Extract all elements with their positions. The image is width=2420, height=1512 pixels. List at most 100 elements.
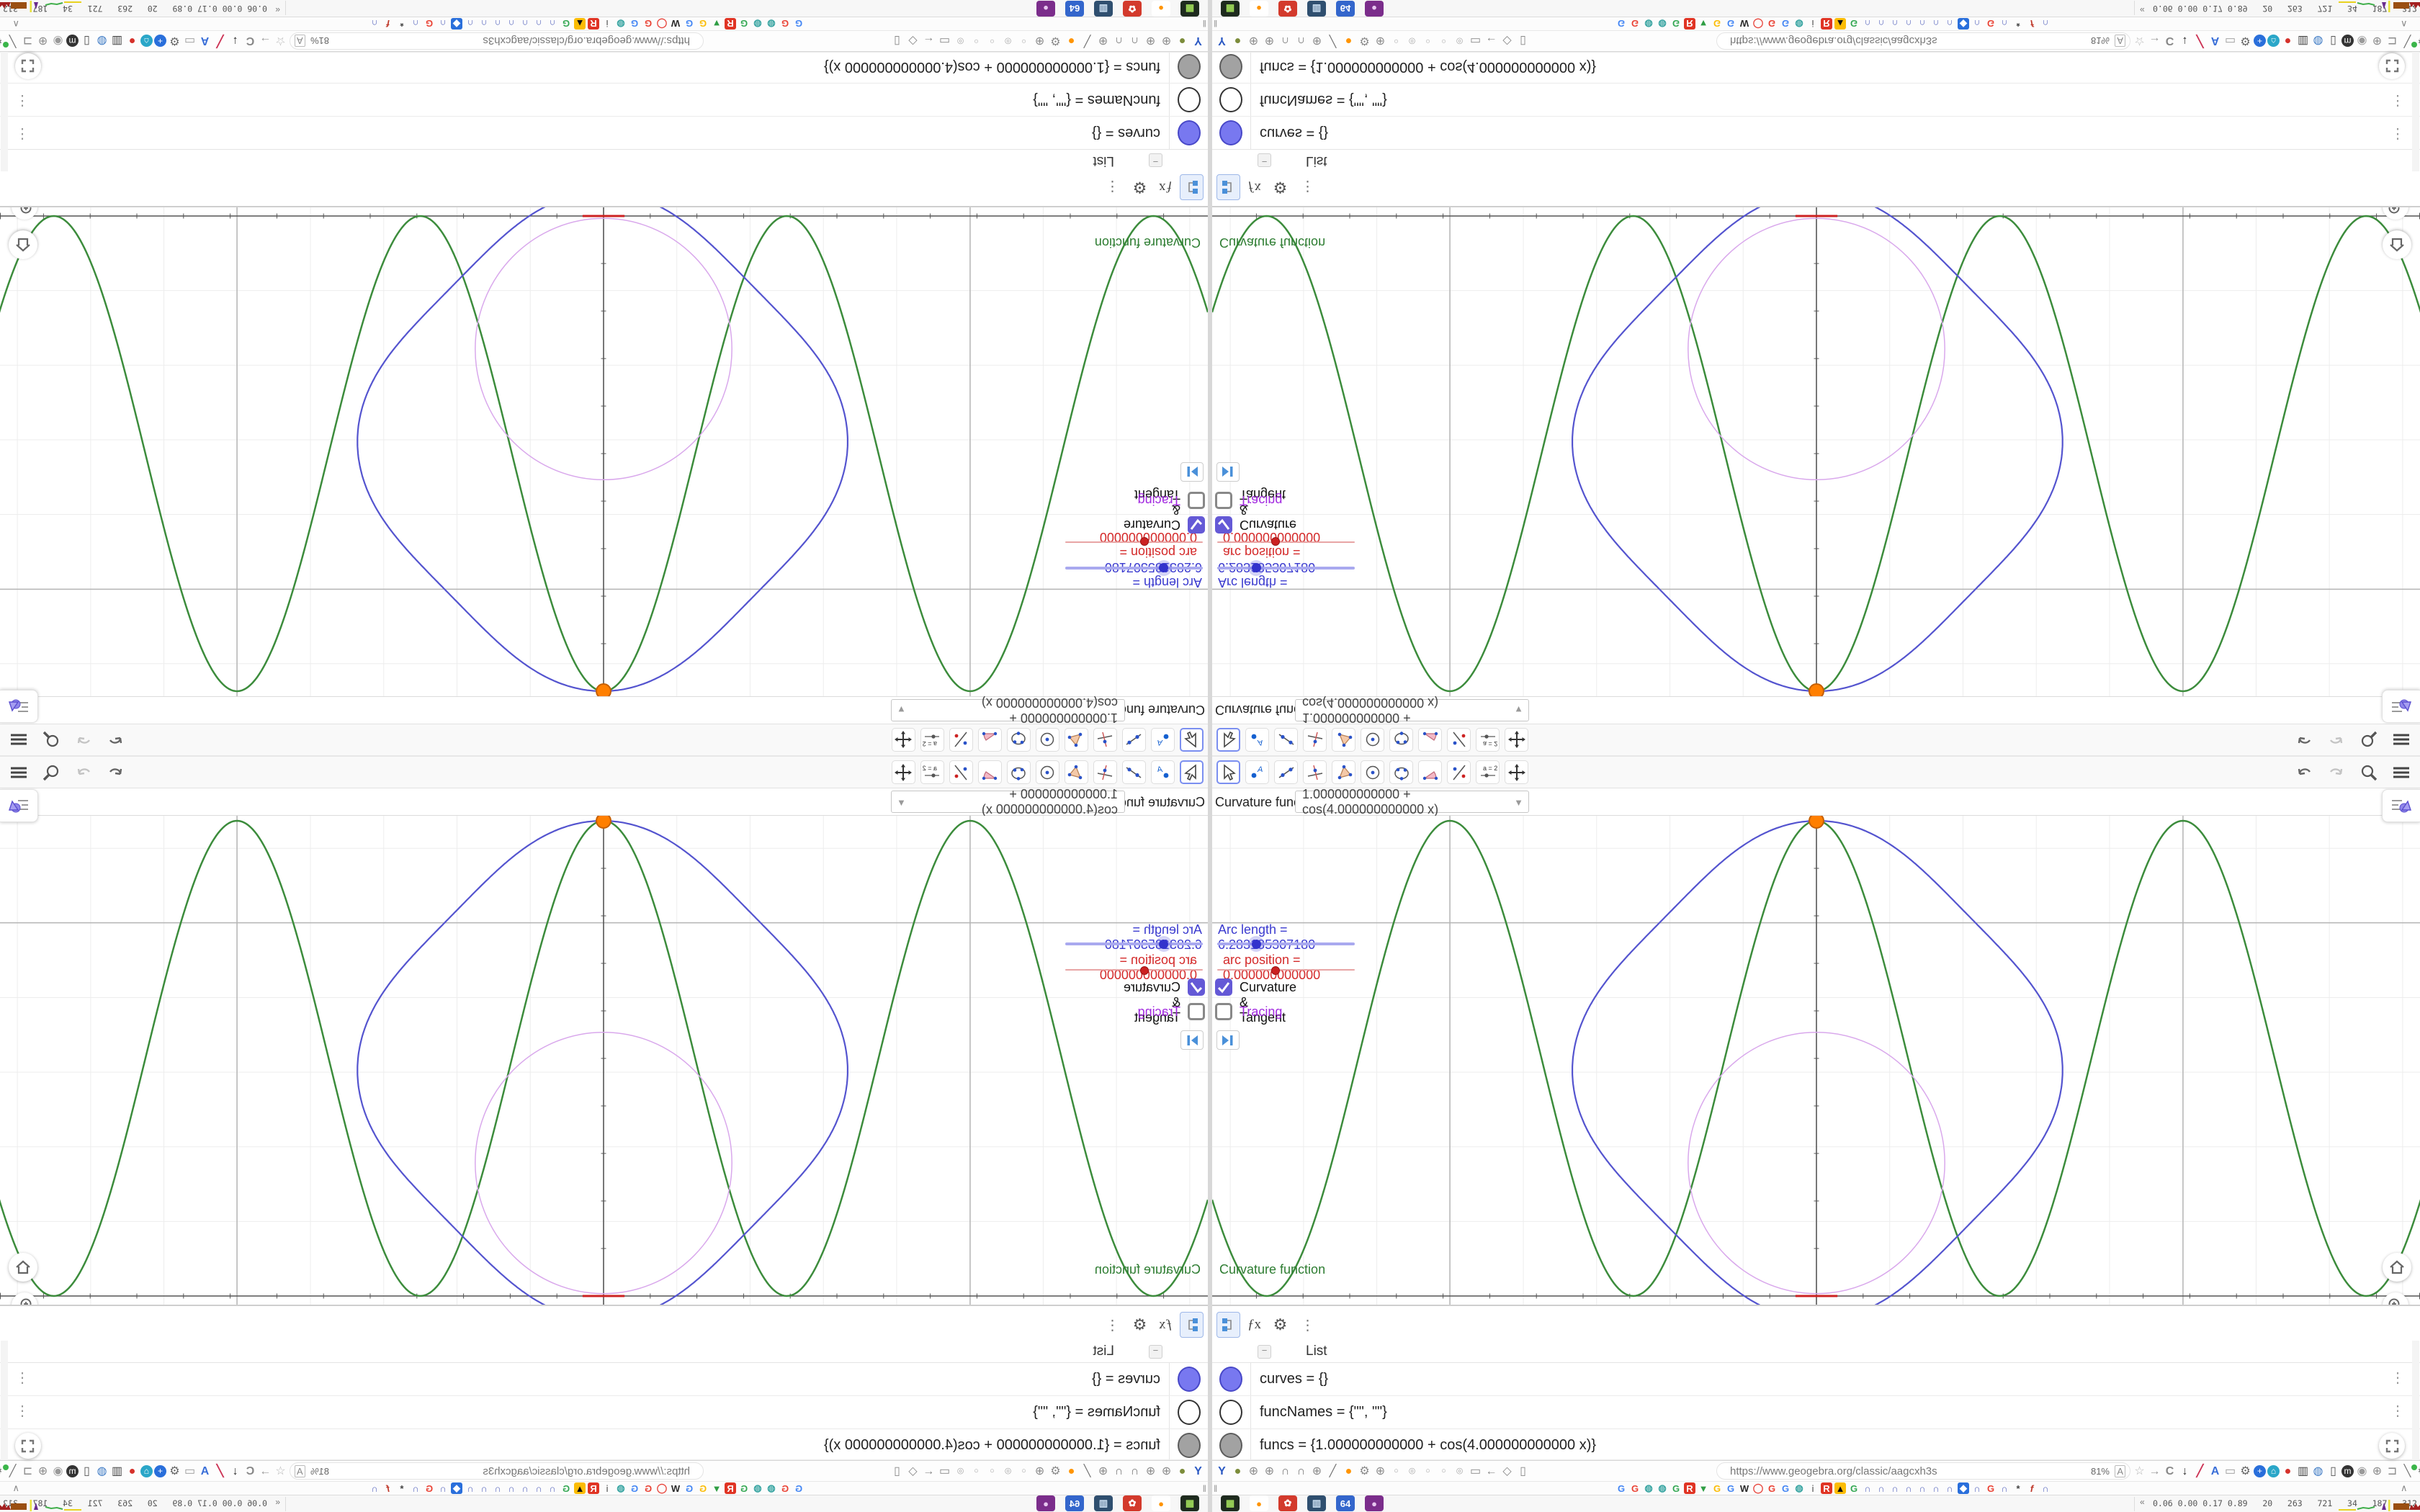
geogebra-favicon[interactable]: ∩	[492, 18, 503, 30]
line-tool[interactable]	[1274, 728, 1298, 752]
g-favicon[interactable]: G	[1766, 18, 1778, 30]
gear-icon[interactable]: ⚙	[1268, 1312, 1292, 1338]
geogebra-favicon[interactable]: ∩	[547, 18, 558, 30]
ring-favicon[interactable]: ◯	[1752, 1482, 1764, 1494]
fx-button[interactable]: ƒx	[1242, 174, 1266, 200]
asterisk-favicon[interactable]: *	[2012, 1482, 2024, 1494]
g-favicon[interactable]: G	[1848, 18, 1860, 30]
firefox-app-icon[interactable]: ●	[1152, 1, 1170, 17]
floppy-app-icon[interactable]: 64	[1065, 1495, 1084, 1511]
visibility-marble[interactable]	[1219, 120, 1242, 145]
move-graphics-view-tool[interactable]	[1505, 760, 1528, 784]
terminal-app-icon[interactable]: ▦	[1180, 1, 1199, 17]
yandex-favicon[interactable]: R	[1684, 1482, 1695, 1494]
circle-with-center-tool[interactable]	[1036, 728, 1059, 752]
red-gear-app-icon[interactable]: ✿	[1123, 1, 1142, 17]
scrollbar[interactable]	[2412, 52, 2419, 171]
hook-extension-icon[interactable]: ∩	[1128, 35, 1142, 48]
tree-view-button[interactable]	[1216, 174, 1240, 200]
url-bar[interactable]: https://www.geogebra.org/classic/aagcxh3…	[1716, 32, 2130, 50]
sphere-favicon[interactable]: ◍	[766, 1482, 777, 1494]
reflect-about-line-tool[interactable]	[1447, 760, 1471, 784]
line-tool[interactable]	[1122, 728, 1146, 752]
reflect-about-line-tool[interactable]	[949, 760, 973, 784]
slider-tool[interactable]: a = 2	[1476, 760, 1500, 784]
reload-extension-icon[interactable]: C	[243, 1464, 257, 1478]
collapse-toggle[interactable]: −	[1258, 1345, 1271, 1359]
radio-circle-icon[interactable]: ○	[1017, 1464, 1031, 1478]
gear-icon[interactable]: ⚙	[2238, 1464, 2252, 1478]
m-extension-icon[interactable]: m	[2341, 1464, 2354, 1477]
conic-through-points-tool[interactable]	[1389, 760, 1413, 784]
arc-length-slider[interactable]	[1065, 942, 1203, 945]
wrench-icon[interactable]: ╱	[1326, 35, 1340, 48]
mountain-favicon[interactable]: ▲	[574, 18, 586, 30]
radio-circle-icon[interactable]: ◎	[954, 35, 967, 48]
fx-button[interactable]: ƒx	[1154, 1312, 1178, 1338]
floppy-app-icon[interactable]: 64	[1336, 1, 1355, 17]
olive-extension-icon[interactable]: ●	[1175, 35, 1189, 48]
red-gear-app-icon[interactable]: ✿	[1278, 1, 1297, 17]
back-arrow-icon[interactable]: ←	[1484, 1464, 1498, 1478]
shield-icon[interactable]: ◇	[1500, 1464, 1514, 1478]
arc-position-slider-knob[interactable]	[1140, 966, 1149, 975]
download-icon[interactable]: ↓	[228, 1464, 242, 1478]
kebab-menu-icon[interactable]: ⋮	[15, 1402, 30, 1420]
kebab-menu-icon[interactable]: ⋮	[1296, 1312, 1319, 1338]
folder-icon[interactable]: ▭	[938, 1464, 951, 1478]
collapse-toggle[interactable]: −	[1258, 153, 1271, 167]
folder-icon[interactable]: ▭	[938, 35, 951, 48]
globe-grid-icon[interactable]: ⊕	[2370, 35, 2384, 48]
redo-button[interactable]	[73, 761, 95, 783]
bookmark-star-icon[interactable]: ☆	[2133, 35, 2146, 48]
g-favicon[interactable]: G	[1725, 1482, 1736, 1494]
algebra-row-curves[interactable]: curves = {} ⋮	[0, 1363, 1208, 1396]
shield-icon[interactable]: ◇	[906, 35, 920, 48]
globe-grid-icon[interactable]: ⊕	[2370, 1464, 2384, 1478]
shield-icon[interactable]: ◇	[906, 1464, 920, 1478]
globe-icon[interactable]: ⊕	[1310, 1464, 1324, 1478]
red-ball-extension-icon[interactable]: ●	[2281, 1464, 2295, 1478]
wrench-icon[interactable]: ╱	[1080, 35, 1094, 48]
globe-icon[interactable]: ⊕	[1310, 35, 1324, 48]
owl-app-icon[interactable]: ●	[1365, 1, 1384, 17]
download-icon[interactable]: ↓	[2178, 35, 2192, 48]
terminal-app-icon[interactable]: ▦	[1221, 1495, 1240, 1511]
firefox-icon[interactable]: ●	[1065, 1464, 1078, 1478]
green-shield-favicon[interactable]: ▼	[1698, 18, 1709, 30]
geogebra-favicon[interactable]: ∩	[437, 18, 449, 30]
w-favicon[interactable]: W	[670, 18, 681, 30]
monitor-app-icon[interactable]: ▥	[1307, 1495, 1326, 1511]
sphere-favicon[interactable]: ◍	[1657, 1482, 1668, 1494]
chevron-collapse-icon[interactable]: «	[275, 5, 280, 15]
yandex-favicon[interactable]: R	[725, 18, 736, 30]
shield-swirl-icon[interactable]: ◉	[51, 1464, 65, 1478]
highlighter-icon[interactable]: ╱	[2193, 1464, 2207, 1478]
forward-arrow-icon[interactable]: →	[2148, 1464, 2161, 1478]
home-extension-icon[interactable]: ⌂	[2267, 35, 2280, 48]
geogebra-favicon[interactable]: ∩	[437, 1482, 449, 1494]
globe-icon[interactable]: ⊕	[1263, 35, 1276, 48]
algebra-row-funcnames[interactable]: funcNames = {"", ""} ⋮	[1212, 83, 2420, 116]
gear-icon[interactable]: ⚙	[1049, 35, 1062, 48]
curvature-tangent-checkbox[interactable]	[1215, 978, 1232, 996]
curvature-tangent-checkbox[interactable]	[1188, 516, 1205, 534]
f-favicon[interactable]: f	[2026, 1482, 2038, 1494]
url-bar[interactable]: https://www.geogebra.org/classic/aagcxh3…	[1716, 1462, 2130, 1480]
undo-button[interactable]	[2293, 761, 2315, 783]
move-tool[interactable]	[1180, 728, 1204, 752]
g-favicon[interactable]: G	[1848, 1482, 1860, 1494]
curvature-tangent-checkbox[interactable]	[1188, 978, 1205, 996]
home-extension-icon[interactable]: ⌂	[140, 35, 153, 48]
conic-through-points-tool[interactable]	[1007, 728, 1031, 752]
globe-icon[interactable]: ⊕	[1144, 35, 1157, 48]
radio-circle-icon[interactable]: ◎	[1453, 35, 1466, 48]
chevron-collapse-icon[interactable]: «	[2140, 5, 2145, 15]
reader-mode-icon[interactable]: A	[2115, 35, 2125, 47]
visibility-marble[interactable]	[1219, 1367, 1242, 1392]
arc-length-slider[interactable]	[1065, 567, 1203, 570]
move-graphics-view-tool[interactable]	[892, 760, 915, 784]
scrollbar[interactable]	[1, 1341, 8, 1460]
geogebra-favicon[interactable]: ∩	[506, 18, 517, 30]
geogebra-favicon[interactable]: ∩	[1917, 1482, 1928, 1494]
